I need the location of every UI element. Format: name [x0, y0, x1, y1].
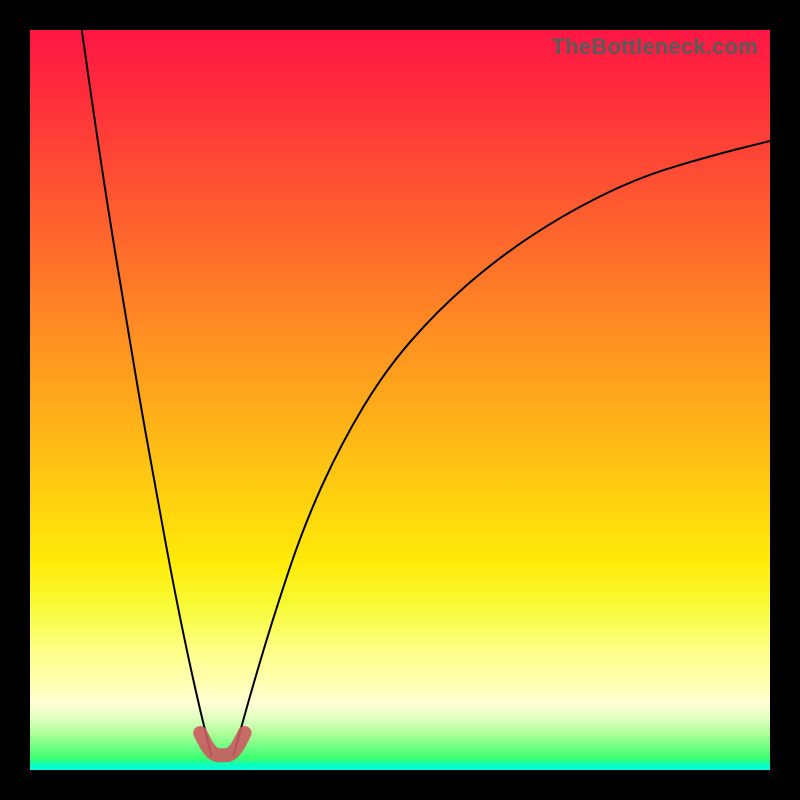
trough-marker — [200, 733, 244, 755]
curve-right-branch — [234, 141, 771, 755]
plot-area: TheBottleneck.com — [30, 30, 770, 770]
curve-left-branch — [82, 30, 212, 755]
curve-layer — [30, 30, 770, 770]
chart-frame: TheBottleneck.com — [0, 0, 800, 800]
